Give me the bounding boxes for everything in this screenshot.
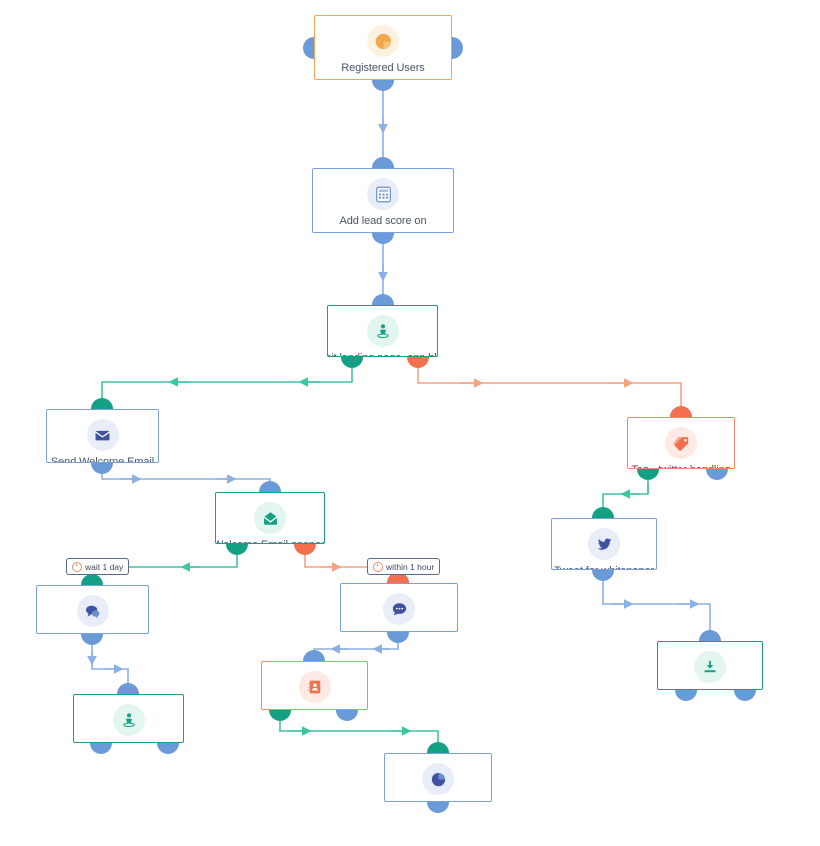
open-mail-icon bbox=[254, 502, 286, 534]
node-registered-users[interactable]: Registered Users bbox=[314, 15, 452, 80]
port-bottom-yes-visit-landing-page[interactable] bbox=[341, 357, 363, 368]
envelope-icon bbox=[86, 419, 119, 451]
node-label: Send Welcome Email bbox=[50, 456, 155, 463]
node-label: Registered Users bbox=[341, 62, 425, 74]
condition-pill-within-1-hour[interactable]: within 1 hour bbox=[367, 558, 441, 575]
node-welcome-email-opened[interactable]: Welcome Email opened bbox=[215, 492, 325, 544]
calculator-icon bbox=[367, 178, 399, 210]
node-tweet-whitepaper[interactable]: Tweet for whitepaper bbox=[551, 518, 657, 570]
node-label: Welcome Email opened bbox=[216, 539, 324, 543]
port-top-welcome-email-opened[interactable] bbox=[259, 481, 281, 492]
node-download-whitepaper[interactable]: Download whitepaper bbox=[657, 641, 763, 690]
port-top-tweet-whitepaper[interactable] bbox=[592, 507, 614, 518]
edge-tweet-to-download bbox=[602, 578, 711, 641]
port-bottom-no-visit-landing-page[interactable] bbox=[407, 357, 429, 368]
condition-label: within 1 hour bbox=[386, 561, 435, 572]
node-send-welcome-email[interactable]: Send Welcome Email bbox=[46, 409, 159, 463]
port-top-move-to-segment[interactable] bbox=[427, 742, 449, 753]
port-left-registered-users[interactable] bbox=[303, 37, 314, 59]
condition-label: wait 1 day bbox=[85, 561, 124, 572]
download-icon bbox=[694, 651, 726, 683]
node-label: Reach out through multiple bbox=[341, 630, 457, 631]
condition-pill-wait-1-day[interactable]: wait 1 day bbox=[66, 558, 130, 575]
edge-opened-no-to-within bbox=[304, 552, 367, 568]
port-top-add-lead-score[interactable] bbox=[372, 157, 394, 168]
twitter-icon bbox=[588, 528, 620, 560]
edge-opened-yes-to-wait bbox=[120, 552, 238, 568]
clock-icon bbox=[72, 561, 82, 572]
port-top-tag-twitter[interactable] bbox=[670, 406, 692, 417]
node-label: Sales team update for bbox=[262, 708, 367, 709]
node-sales-team-update[interactable]: Sales team update for bbox=[261, 661, 368, 710]
visitor-icon bbox=[112, 704, 145, 736]
port-bottom-tweet-whitepaper[interactable] bbox=[592, 570, 614, 581]
node-label: Text message bbox=[59, 632, 126, 633]
port-top-send-welcome-email[interactable] bbox=[91, 398, 113, 409]
node-add-lead-score[interactable]: Add lead score on bbox=[312, 168, 454, 233]
port-right-registered-users[interactable] bbox=[452, 37, 463, 59]
port-top-download-whitepaper[interactable] bbox=[699, 630, 721, 641]
port-bottom-yes-tag-twitter[interactable] bbox=[637, 469, 659, 480]
port-top-sms-link-clicked[interactable] bbox=[117, 683, 139, 694]
pie-chart-icon bbox=[422, 763, 454, 795]
port-bottom-reach-out-multiple[interactable] bbox=[387, 632, 409, 643]
workflow-canvas[interactable]: Registered Users Add lead score on Send … bbox=[0, 0, 820, 846]
port-bottom-move-to-segment[interactable] bbox=[427, 802, 449, 813]
contact-card-icon bbox=[298, 671, 331, 703]
edge-welcome-email-to-opened bbox=[101, 471, 271, 492]
port-bottom-text-message[interactable] bbox=[81, 634, 103, 645]
port-bottom-left-download-whitepaper[interactable] bbox=[675, 690, 697, 701]
edge-visit-no-to-tag bbox=[417, 366, 682, 417]
node-label: Visit landing page, app,blog bbox=[328, 352, 437, 356]
visitor-icon bbox=[366, 315, 399, 347]
node-label: SMS link clicked bbox=[89, 741, 168, 742]
port-top-text-message[interactable] bbox=[81, 574, 103, 585]
chat-bubble-icon bbox=[76, 595, 109, 627]
port-bottom-yes-sales-team-update[interactable] bbox=[269, 710, 291, 721]
edge-visit-yes-to-welcome-email bbox=[101, 366, 353, 409]
port-bottom-no-sales-team-update[interactable] bbox=[336, 710, 358, 721]
port-bottom-left-sms-link-clicked[interactable] bbox=[90, 743, 112, 754]
node-text-message[interactable]: Text message bbox=[36, 585, 149, 634]
port-bottom-registered-users[interactable] bbox=[372, 80, 394, 91]
node-label: Add lead score on bbox=[339, 215, 427, 227]
port-bottom-no-tag-twitter[interactable] bbox=[706, 469, 728, 480]
tag-icon bbox=[665, 427, 697, 459]
clock-icon bbox=[373, 561, 383, 572]
port-top-sales-team-update[interactable] bbox=[303, 650, 325, 661]
port-bottom-right-sms-link-clicked[interactable] bbox=[157, 743, 179, 754]
node-move-to-segment[interactable]: Move to segment for bbox=[384, 753, 492, 802]
port-bottom-send-welcome-email[interactable] bbox=[91, 463, 113, 474]
node-label: Move to segment for bbox=[389, 800, 487, 801]
node-tag-twitter[interactable]: Tag - twitter handling bbox=[627, 417, 735, 469]
pie-chart-icon bbox=[367, 25, 399, 57]
port-top-visit-landing-page[interactable] bbox=[372, 294, 394, 305]
edge-sales-to-segment bbox=[279, 718, 439, 753]
port-bottom-no-welcome-email-opened[interactable] bbox=[294, 544, 316, 555]
port-bottom-add-lead-score[interactable] bbox=[372, 233, 394, 244]
node-sms-link-clicked[interactable]: SMS link clicked bbox=[73, 694, 184, 743]
node-label: Tag - twitter handling bbox=[631, 464, 730, 468]
node-label: Tweet for whitepaper bbox=[554, 565, 654, 569]
port-bottom-right-download-whitepaper[interactable] bbox=[734, 690, 756, 701]
port-bottom-yes-welcome-email-opened[interactable] bbox=[226, 544, 248, 555]
node-reach-out-multiple[interactable]: Reach out through multiple bbox=[340, 583, 458, 632]
node-label: Download whitepaper bbox=[658, 688, 762, 689]
edge-reachout-to-sales bbox=[313, 640, 399, 661]
node-visit-landing-page[interactable]: Visit landing page, app,blog bbox=[327, 305, 438, 357]
comment-dots-icon bbox=[383, 593, 415, 625]
